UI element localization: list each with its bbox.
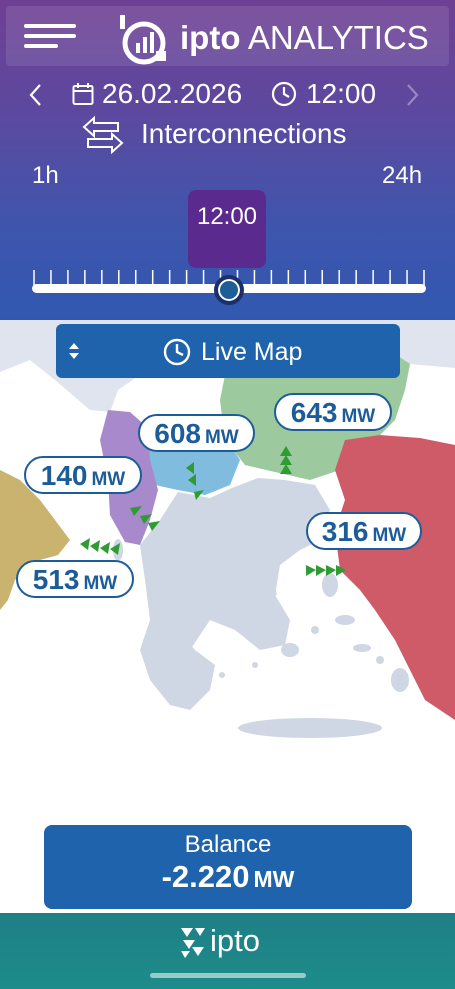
footer-brand: ipto	[210, 923, 260, 958]
footer: ipto	[0, 913, 455, 989]
balance-label: Balance	[184, 831, 272, 858]
sort-icon	[69, 343, 79, 359]
map-peloponnese	[140, 620, 215, 710]
flow-badge-north-macedonia[interactable]: 608 MW	[138, 414, 255, 452]
range-max-label: 24h	[382, 162, 423, 189]
balance-card: Balance -2.220 MW	[44, 825, 412, 909]
balance-unit: MW	[253, 866, 295, 892]
flow-badge-italy[interactable]: 513 MW	[16, 560, 134, 598]
menu-icon[interactable]	[24, 24, 76, 48]
map-island-samos	[335, 615, 355, 625]
range-min-label: 1h	[32, 162, 59, 189]
chevron-right-icon[interactable]	[402, 82, 422, 108]
flow-badge-bulgaria[interactable]: 643 MW	[274, 393, 392, 431]
map-island-thasos	[273, 487, 287, 497]
map-island-kos	[353, 644, 371, 652]
clock-icon	[163, 338, 191, 366]
time-label[interactable]: 12:00	[306, 78, 376, 110]
app-title: ipto ANALYTICS	[180, 19, 429, 56]
map-island-rhodes	[391, 668, 409, 692]
live-map-button[interactable]: Live Map	[56, 324, 400, 378]
balance-value: -2.220	[161, 859, 250, 894]
live-map-label: Live Map	[201, 338, 303, 366]
date-label[interactable]: 26.02.2026	[102, 78, 242, 110]
logo-icon	[181, 928, 205, 958]
time-slider-thumb[interactable]	[214, 275, 244, 305]
calendar-icon	[72, 83, 94, 105]
logo-icon	[120, 15, 166, 65]
map-island-crete	[238, 718, 382, 738]
clock-icon	[271, 81, 297, 107]
flow-badge-turkey[interactable]: 316 MW	[306, 512, 422, 550]
header: ipto ANALYTICS 26.02.2026 12:00 Intercon…	[0, 0, 455, 320]
flow-badge-albania[interactable]: 140 MW	[24, 456, 142, 494]
section-title: Interconnections	[141, 118, 347, 149]
home-indicator[interactable]	[150, 973, 306, 978]
map-island-chios	[322, 573, 338, 597]
swap-arrows-icon	[82, 115, 124, 155]
map-island-limnos	[296, 504, 314, 516]
map-island-naxos	[281, 643, 299, 657]
chevron-left-icon[interactable]	[26, 82, 46, 108]
app-bar: ipto ANALYTICS	[6, 6, 449, 66]
slider-time-bubble: 12:00	[188, 190, 266, 268]
